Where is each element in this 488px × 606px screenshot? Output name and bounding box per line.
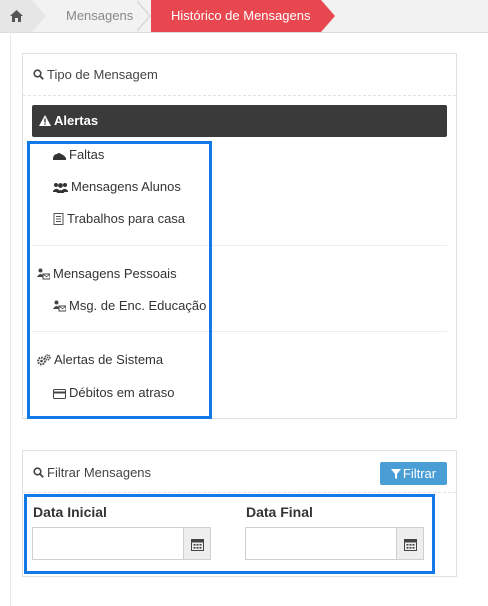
person-letter-icon <box>53 300 66 312</box>
menu-item-debitos-em-atraso[interactable]: Débitos em atraso <box>53 385 175 400</box>
funnel-icon <box>390 469 401 479</box>
menu-item-label: Faltas <box>69 147 105 162</box>
calendar-icon <box>191 539 204 551</box>
filter-title-text: Filtrar Mensagens <box>47 465 152 480</box>
home-icon <box>10 10 23 22</box>
content-border <box>10 32 11 606</box>
data-inicial-calendar-button[interactable] <box>183 527 211 560</box>
search-icon <box>33 467 44 478</box>
menu-item-label: Mensagens Alunos <box>71 179 181 194</box>
data-inicial-input[interactable] <box>32 527 184 560</box>
menu-item-label: Alertas de Sistema <box>54 352 164 367</box>
data-final-label: Data Final <box>246 504 313 520</box>
breadcrumb-separator <box>32 0 46 32</box>
alertas-header[interactable]: Alertas <box>32 105 447 137</box>
notebook-icon <box>53 213 64 225</box>
breadcrumb-home[interactable] <box>0 0 32 32</box>
menu-item-label: Msg. de Enc. Educação <box>69 298 207 313</box>
menu-divider <box>32 245 447 246</box>
menu-item-label: Mensagens Pessoais <box>53 266 177 281</box>
message-type-title: Tipo de Mensagem <box>33 67 158 82</box>
breadcrumb-historico[interactable]: Histórico de Mensagens <box>151 0 335 32</box>
data-final-input[interactable] <box>245 527 397 560</box>
menu-item-msg-enc-educacao[interactable]: Msg. de Enc. Educação <box>53 298 206 313</box>
menu-item-alertas-de-sistema[interactable]: Alertas de Sistema <box>37 352 163 367</box>
gears-icon <box>37 354 51 366</box>
data-inicial-label: Data Inicial <box>33 504 107 520</box>
breadcrumb-separator <box>135 0 149 32</box>
menu-item-mensagens-alunos[interactable]: Mensagens Alunos <box>53 179 181 194</box>
message-type-title-text: Tipo de Mensagem <box>47 67 158 82</box>
filter-button-label: Filtrar <box>402 466 437 481</box>
calendar-icon <box>404 539 417 551</box>
message-type-panel-header: Tipo de Mensagem <box>23 54 456 96</box>
menu-divider <box>32 331 447 332</box>
filter-button[interactable]: Filtrar <box>380 462 447 485</box>
shoe-icon <box>53 153 66 160</box>
search-icon <box>33 69 44 80</box>
filter-title: Filtrar Mensagens <box>33 465 151 480</box>
breadcrumb: Mensagens Histórico de Mensagens <box>0 0 488 33</box>
credit-card-icon <box>53 389 66 399</box>
alertas-label: Alertas <box>54 113 99 128</box>
menu-item-label: Débitos em atraso <box>69 385 175 400</box>
menu-item-trabalhos-para-casa[interactable]: Trabalhos para casa <box>53 211 185 226</box>
menu-item-faltas[interactable]: Faltas <box>53 147 104 162</box>
warning-icon <box>39 115 51 126</box>
person-letter-icon <box>37 268 50 280</box>
users-icon <box>53 183 68 193</box>
data-final-calendar-button[interactable] <box>396 527 424 560</box>
menu-item-mensagens-pessoais[interactable]: Mensagens Pessoais <box>37 266 177 281</box>
menu-item-label: Trabalhos para casa <box>67 211 186 226</box>
